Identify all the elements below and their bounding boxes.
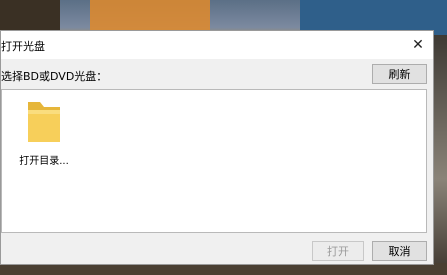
- list-item[interactable]: 打开目录...: [12, 96, 76, 167]
- close-button[interactable]: ✕: [403, 31, 433, 59]
- dialog-title: 打开光盘: [1, 40, 45, 53]
- refresh-button[interactable]: 刷新: [372, 64, 427, 84]
- open-button[interactable]: 打开: [312, 241, 364, 261]
- cancel-button[interactable]: 取消: [372, 241, 427, 261]
- disc-list[interactable]: 打开目录...: [1, 89, 427, 233]
- title-bar[interactable]: 打开光盘 ✕: [1, 31, 433, 59]
- close-icon: ✕: [412, 37, 424, 53]
- list-item-label: 打开目录...: [19, 156, 69, 167]
- open-disc-dialog: 打开光盘 ✕ 选择BD或DVD光盘： 刷新 打开目录... 打开 取消: [0, 30, 434, 265]
- select-disc-label: 选择BD或DVD光盘：: [1, 70, 108, 83]
- folder-icon: [28, 102, 60, 142]
